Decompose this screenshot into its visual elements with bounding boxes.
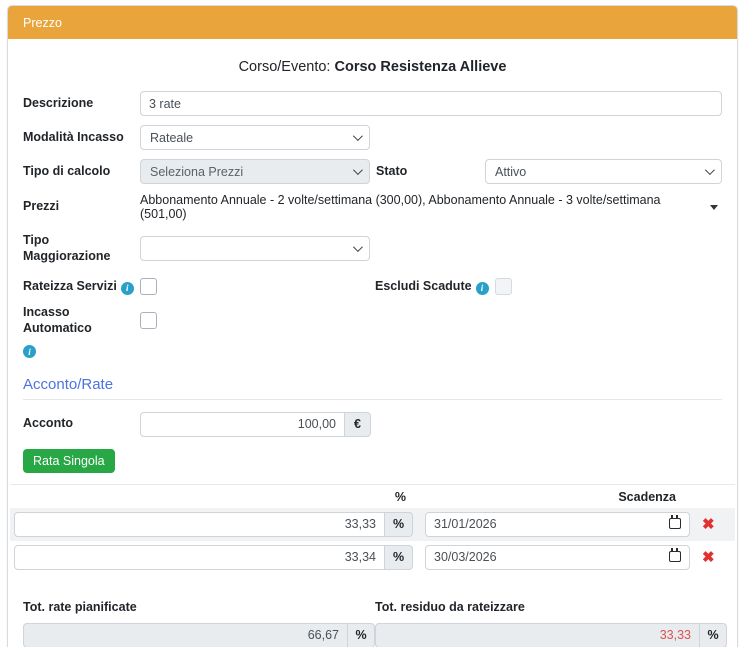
euro-addon: € <box>345 412 371 437</box>
tot-residuo-label: Tot. residuo da rateizzare <box>375 600 727 614</box>
descrizione-input[interactable] <box>140 91 722 116</box>
modalita-incasso-select[interactable]: Rateale <box>140 125 370 150</box>
info-icon[interactable]: i <box>23 345 36 358</box>
row-incasso-automatico: Incasso Automatico <box>23 305 722 336</box>
percent-addon: % <box>700 623 727 647</box>
tot-pianificate-input <box>23 623 348 647</box>
escludi-scadute-checkbox <box>495 278 512 295</box>
rate-date-input[interactable] <box>425 545 690 570</box>
totals-row: Tot. rate pianificate % Tot. residuo da … <box>23 600 722 647</box>
delete-rate-button[interactable]: ✖ <box>700 517 717 532</box>
row-prezzi: Prezzi Abbonamento Annuale - 2 volte/set… <box>23 193 722 221</box>
course-title-prefix: Corso/Evento: <box>239 59 331 75</box>
tipo-di-calcolo-value: Seleziona Prezzi <box>150 165 243 179</box>
course-name: Corso Resistenza Allieve <box>335 59 507 75</box>
tipo-maggiorazione-label: Tipo Maggiorazione <box>23 233 140 264</box>
tot-pianificate: Tot. rate pianificate % <box>23 600 375 647</box>
percent-addon: % <box>385 545 413 570</box>
acconto-rate-heading: Acconto/Rate <box>23 376 722 400</box>
incasso-automatico-checkbox[interactable] <box>140 312 157 329</box>
rateizza-servizi-label: Rateizza Servizii <box>23 279 140 295</box>
acconto-input-group: € <box>140 412 371 437</box>
rate-percent-group: % <box>14 545 413 570</box>
rates-table: % Scadenza % ✖ <box>10 484 735 574</box>
prezzi-label: Prezzi <box>23 199 140 215</box>
prezzo-card: Prezzo Corso/Evento: Corso Resistenza Al… <box>7 5 738 647</box>
prezzi-value: Abbonamento Annuale - 2 volte/settimana … <box>140 193 710 221</box>
stato-value: Attivo <box>495 165 526 179</box>
delete-rate-button[interactable]: ✖ <box>700 550 717 565</box>
percent-addon: % <box>385 512 413 537</box>
card-body: Corso/Evento: Corso Resistenza Allieve D… <box>8 39 737 647</box>
card-header: Prezzo <box>8 6 737 39</box>
tot-residuo-group: % <box>375 623 727 647</box>
rate-percent-input[interactable] <box>14 545 385 570</box>
tipo-maggiorazione-select[interactable] <box>140 236 370 261</box>
rate-date-wrap <box>425 512 690 537</box>
tipo-di-calcolo-label: Tipo di calcolo <box>23 164 140 180</box>
rate-date-wrap <box>425 545 690 570</box>
stato-select[interactable]: Attivo <box>485 159 722 184</box>
rate-percent-group: % <box>14 512 413 537</box>
row-tipo-calcolo-stato: Tipo di calcolo Seleziona Prezzi Stato A… <box>23 159 722 184</box>
modalita-incasso-value: Rateale <box>150 131 193 145</box>
modalita-incasso-label: Modalità Incasso <box>23 130 140 146</box>
acconto-input[interactable] <box>140 412 345 437</box>
course-title: Corso/Evento: Corso Resistenza Allieve <box>23 59 722 75</box>
incasso-automatico-label: Incasso Automatico <box>23 305 140 336</box>
escludi-scadute-label: Escludi Scadutei <box>375 279 495 295</box>
chevron-down-icon <box>710 205 718 210</box>
card-title: Prezzo <box>23 16 62 30</box>
rateizza-servizi-checkbox[interactable] <box>140 278 157 295</box>
row-tipo-maggiorazione: Tipo Maggiorazione <box>23 233 722 264</box>
rate-date-input[interactable] <box>425 512 690 537</box>
page: Prezzo Corso/Evento: Corso Resistenza Al… <box>0 0 745 647</box>
tipo-di-calcolo-select: Seleziona Prezzi <box>140 159 370 184</box>
tot-residuo: Tot. residuo da rateizzare % <box>375 600 727 647</box>
chevron-down-icon <box>705 165 715 175</box>
info-icon[interactable]: i <box>121 282 134 295</box>
chevron-down-icon <box>353 165 363 175</box>
rate-row: % ✖ <box>10 541 735 574</box>
rates-table-header: % Scadenza <box>10 485 735 508</box>
prezzi-multiselect[interactable]: Abbonamento Annuale - 2 volte/settimana … <box>140 193 722 221</box>
rate-row: % ✖ <box>10 508 735 541</box>
calendar-icon[interactable] <box>669 551 681 562</box>
info-icon[interactable]: i <box>476 282 489 295</box>
calendar-icon[interactable] <box>669 518 681 529</box>
tot-residuo-input <box>375 623 700 647</box>
descrizione-label: Descrizione <box>23 96 140 112</box>
acconto-label: Acconto <box>23 416 140 432</box>
row-rateizza-escludi: Rateizza Servizii Escludi Scadutei <box>23 278 722 295</box>
tot-pianificate-group: % <box>23 623 375 647</box>
chevron-down-icon <box>353 242 363 252</box>
percent-addon: % <box>348 623 375 647</box>
scadenza-column-header: Scadenza <box>425 490 690 504</box>
rata-singola-button[interactable]: Rata Singola <box>23 449 115 473</box>
rate-percent-input[interactable] <box>14 512 385 537</box>
tot-pianificate-label: Tot. rate pianificate <box>23 600 375 614</box>
percent-column-header: % <box>14 490 413 504</box>
row-descrizione: Descrizione <box>23 91 722 116</box>
row-modalita-incasso: Modalità Incasso Rateale <box>23 125 722 150</box>
incasso-automatico-info: i <box>23 341 722 359</box>
chevron-down-icon <box>353 131 363 141</box>
row-acconto: Acconto € <box>23 412 722 437</box>
stato-label: Stato <box>370 164 485 180</box>
